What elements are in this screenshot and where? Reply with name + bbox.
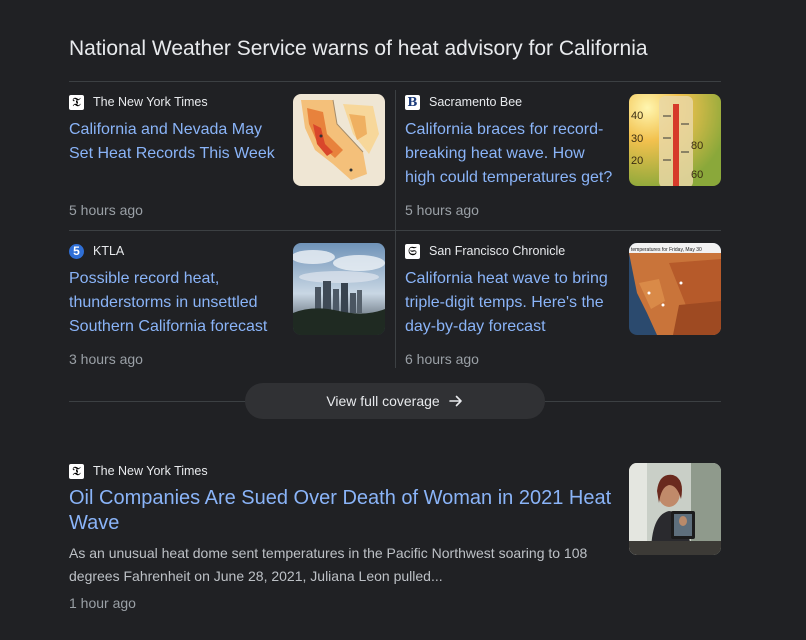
source-name: Sacramento Bee: [429, 95, 523, 109]
thermometer-scale-label: 60: [691, 169, 703, 181]
view-full-coverage-button[interactable]: View full coverage: [245, 383, 545, 419]
arrow-right-icon: [448, 393, 464, 409]
news-card[interactable]: 5 KTLA Possible record heat, thunderstor…: [69, 243, 385, 383]
headline-link[interactable]: Possible record heat, thunderstorms in u…: [69, 267, 283, 339]
thermometer-scale-label: 30: [631, 133, 643, 145]
source-name: San Francisco Chronicle: [429, 244, 566, 258]
forecast-map-thumbnail[interactable]: temperatures for Friday, May 30: [629, 243, 721, 335]
headline-link[interactable]: Oil Companies Are Sued Over Death of Wom…: [69, 486, 619, 536]
source-row: 𝔗 The New York Times: [69, 94, 208, 110]
nyt-logo-icon: 𝔗: [69, 94, 84, 110]
featured-article[interactable]: 𝔗 The New York Times Oil Companies Are S…: [69, 463, 721, 623]
source-name: KTLA: [93, 244, 125, 258]
heat-map-thumbnail[interactable]: [293, 94, 385, 186]
los-angeles-skyline-thumbnail[interactable]: [293, 243, 385, 335]
thermometer-scale-label: 40: [631, 110, 643, 122]
article-snippet: As an unusual heat dome sent temperature…: [69, 545, 588, 584]
news-card[interactable]: 𝔗 The New York Times California and Neva…: [69, 94, 385, 234]
map-title-text: temperatures for Friday, May 30: [631, 247, 702, 253]
source-row: 𝔖 San Francisco Chronicle: [405, 243, 565, 259]
thermometer-thumbnail[interactable]: 40 30 20 80 60: [629, 94, 721, 186]
headline-link[interactable]: California braces for record-breaking he…: [405, 118, 619, 190]
news-card[interactable]: 𝔖 San Francisco Chronicle California hea…: [405, 243, 721, 383]
source-name: The New York Times: [93, 464, 208, 478]
source-row: B Sacramento Bee: [405, 94, 522, 110]
column-divider: [395, 90, 396, 368]
timestamp: 5 hours ago: [405, 202, 479, 218]
timestamp: 3 hours ago: [69, 351, 143, 367]
thermometer-scale-label: 80: [691, 140, 703, 152]
timestamp: 1 hour ago: [69, 595, 136, 611]
thermometer-scale-label: 20: [631, 155, 643, 167]
story-title: National Weather Service warns of heat a…: [69, 37, 648, 60]
headline-link[interactable]: California and Nevada May Set Heat Recor…: [69, 118, 283, 166]
timestamp: 5 hours ago: [69, 202, 143, 218]
view-full-coverage-label: View full coverage: [326, 393, 440, 409]
ktla-logo-icon: 5: [69, 243, 84, 259]
source-row: 5 KTLA: [69, 243, 124, 259]
sf-chronicle-logo-icon: 𝔖: [405, 243, 420, 259]
sacramento-bee-logo-icon: B: [405, 94, 420, 110]
headline-link[interactable]: California heat wave to bring triple-dig…: [405, 267, 619, 339]
news-card[interactable]: B Sacramento Bee California braces for r…: [405, 94, 721, 234]
nyt-logo-icon: 𝔗: [69, 463, 84, 479]
divider: [69, 81, 721, 82]
timestamp: 6 hours ago: [405, 351, 479, 367]
source-name: The New York Times: [93, 95, 208, 109]
source-row: 𝔗 The New York Times: [69, 463, 208, 479]
woman-holding-photo-thumbnail[interactable]: [629, 463, 721, 555]
